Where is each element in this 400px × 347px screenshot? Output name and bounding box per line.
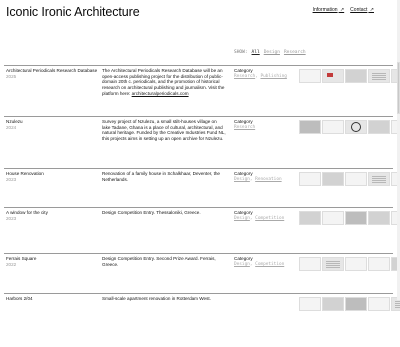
project-description: Survey project of Nzulezu, a small stilt…	[102, 119, 226, 142]
filter-bar: SHOW: All Design Research	[234, 50, 306, 55]
category-tag-design[interactable]: Design	[234, 216, 250, 221]
site-title[interactable]: Iconic Ironic Architecture	[6, 5, 140, 19]
project-title[interactable]: House Renovation	[6, 171, 44, 176]
project-description: Small-scale apartment renovation in Rott…	[102, 296, 211, 301]
project-thumbnail[interactable]	[345, 172, 367, 186]
row-divider	[4, 207, 393, 208]
project-thumbnail[interactable]	[345, 211, 367, 225]
external-arrow-icon: ↗	[338, 7, 345, 13]
project-title[interactable]: A window for the city	[6, 210, 48, 215]
row-divider	[4, 65, 393, 66]
project-year: 2023	[6, 216, 17, 221]
filter-research[interactable]: Research	[284, 50, 306, 55]
project-title[interactable]: Nzulezu	[6, 119, 23, 124]
category-heading: Category	[234, 256, 253, 261]
category-heading: Category	[234, 171, 253, 176]
project-thumbnails	[299, 257, 400, 271]
row-divider	[4, 168, 393, 169]
project-row[interactable]: Harbors 2/04 Small-scale apartment renova…	[0, 293, 400, 347]
category-tag-competition[interactable]: Competition	[255, 262, 284, 267]
category-tags: Research, Publishing	[234, 74, 287, 79]
row-divider	[4, 293, 393, 294]
project-thumbnail[interactable]	[299, 211, 321, 225]
project-thumbnail[interactable]	[345, 69, 367, 83]
category-heading: Category	[234, 119, 253, 124]
project-thumbnail[interactable]	[345, 257, 367, 271]
project-thumbnail[interactable]	[368, 257, 390, 271]
project-external-link[interactable]: architecturalperiodicals.com	[132, 91, 189, 96]
project-thumbnail[interactable]	[322, 120, 344, 134]
project-thumbnail[interactable]	[368, 297, 390, 311]
project-thumbnail[interactable]	[299, 297, 321, 311]
project-title[interactable]: Ferrais Square	[6, 256, 36, 261]
nav-link-information[interactable]: Information ↗	[313, 7, 345, 13]
category-tag-research[interactable]: Research	[234, 125, 255, 130]
filter-all[interactable]: All	[252, 50, 260, 55]
category-tags: Research	[234, 125, 255, 130]
project-thumbnail[interactable]	[299, 120, 321, 134]
project-year: 2025	[6, 74, 17, 79]
project-thumbnail[interactable]	[345, 297, 367, 311]
project-description: Renovation of a family house in Schalkha…	[102, 171, 220, 182]
project-row[interactable]: Architectural Periodicals Research Datab…	[0, 65, 400, 119]
project-description: Design Competition Entry. Thessaloniki, …	[102, 210, 201, 215]
project-row[interactable]: Nzulezu 2024 Survey project of Nzulezu, a …	[0, 116, 400, 170]
project-thumbnail[interactable]	[322, 211, 344, 225]
project-thumbnail[interactable]	[322, 172, 344, 186]
project-thumbnail[interactable]	[299, 172, 321, 186]
project-title[interactable]: Harbors 2/04	[6, 296, 33, 301]
project-thumbnails	[299, 120, 400, 134]
category-tag-research[interactable]: Research	[234, 74, 255, 79]
project-year: 2022	[6, 262, 17, 267]
external-arrow-icon: ↗	[368, 7, 374, 13]
category-tag-renovation[interactable]: Renovation	[255, 177, 281, 182]
project-thumbnail[interactable]	[368, 120, 390, 134]
category-tag-publishing[interactable]: Publishing	[260, 74, 286, 79]
category-tag-design[interactable]: Design	[234, 177, 250, 182]
project-thumbnails	[299, 211, 400, 225]
category-tags: Design, Renovation	[234, 177, 282, 182]
row-divider	[4, 253, 393, 254]
project-thumbnails	[299, 69, 400, 83]
category-tag-design[interactable]: Design	[234, 262, 250, 267]
category-tags: Design, Competition	[234, 216, 285, 221]
project-thumbnail[interactable]	[368, 69, 390, 83]
project-year: 2024	[6, 125, 17, 130]
category-tag-competition[interactable]: Competition	[255, 216, 284, 221]
category-heading: Category	[234, 68, 253, 73]
project-description: The Architectural Periodicals Research D…	[102, 68, 225, 96]
project-thumbnail[interactable]	[299, 257, 321, 271]
project-year: 2023	[6, 177, 17, 182]
project-thumbnail[interactable]	[368, 172, 390, 186]
project-thumbnail[interactable]	[345, 120, 367, 134]
top-nav: Information ↗ Contact ↗	[313, 7, 374, 13]
project-title[interactable]: Architectural Periodicals Research Datab…	[6, 68, 97, 73]
project-thumbnail[interactable]	[368, 211, 390, 225]
project-thumbnail[interactable]	[322, 69, 344, 83]
project-thumbnail[interactable]	[322, 257, 344, 271]
project-description: Design Competition Entry. Second Prize A…	[102, 256, 216, 267]
project-thumbnail[interactable]	[322, 297, 344, 311]
nav-link-contact[interactable]: Contact ↗	[350, 7, 374, 13]
project-thumbnail[interactable]	[299, 69, 321, 83]
category-tags: Design, Competition	[234, 262, 285, 267]
filter-label: SHOW:	[234, 50, 248, 55]
project-thumbnails	[299, 172, 400, 186]
project-thumbnails	[299, 297, 400, 311]
filter-design[interactable]: Design	[264, 50, 280, 55]
category-heading: Category	[234, 210, 253, 215]
row-divider	[4, 116, 393, 117]
